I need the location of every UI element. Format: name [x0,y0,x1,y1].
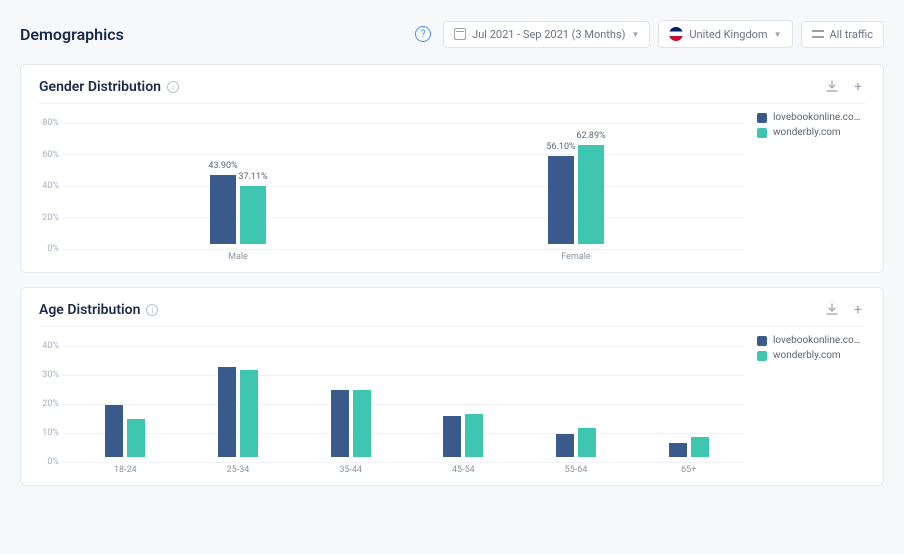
y-tick-label: 60% [39,150,63,160]
bar-value-label: 37.11% [238,172,267,182]
y-tick-label: 20% [39,213,63,223]
card-header: Gender Distribution i + [39,79,865,104]
x-tick-label: 55-64 [520,465,633,475]
y-tick-label: 40% [39,181,63,191]
x-axis: MaleFemale [69,252,745,262]
bar [218,367,236,457]
y-tick-label: 80% [39,118,63,128]
traffic-filter[interactable]: All traffic [801,21,885,48]
y-tick-label: 30% [39,370,63,380]
x-tick-label: Male [69,252,407,262]
x-tick-label: 45-54 [407,465,520,475]
legend-label-b: wonderbly.com [773,350,841,361]
bar [353,390,371,457]
country-picker[interactable]: United Kingdom ▼ [658,20,792,48]
x-tick-label: Female [407,252,745,262]
card-title: Age Distribution [39,302,140,318]
bars-area: 43.90%37.11%56.10%62.89% [69,118,745,244]
age-legend: lovebookonline.co… wonderbly.com [745,335,865,475]
bar-group [294,341,407,457]
bar: 43.90% [210,175,236,244]
legend-swatch-a [757,336,767,346]
legend-item-a: lovebookonline.co… [757,112,865,123]
bar [240,370,258,457]
bar [331,390,349,457]
x-axis: 18-2425-3435-4445-5455-6465+ [69,465,745,475]
x-tick-label: 25-34 [182,465,295,475]
gender-card: Gender Distribution i + 0% 20% 40% 60% 80% 43… [20,64,884,273]
y-tick-label: 40% [39,341,63,351]
x-tick-label: 18-24 [69,465,182,475]
bar [465,414,483,458]
page-header: Demographics ? Jul 2021 - Sep 2021 (3 Mo… [20,20,884,48]
bar-group [520,341,633,457]
age-card: Age Distribution i + 0% 10% 20% 30% 40% 18-24… [20,287,884,486]
help-icon[interactable]: ? [415,26,431,42]
legend-swatch-b [757,351,767,361]
plus-icon[interactable]: + [851,80,865,94]
legend-label-a: lovebookonline.co… [773,112,860,123]
bar [443,416,461,457]
bar [669,443,687,458]
bar [105,405,123,457]
card-title: Gender Distribution [39,79,161,95]
uk-flag-icon [669,27,683,41]
date-range-picker[interactable]: Jul 2021 - Sep 2021 (3 Months) ▼ [443,21,650,48]
bar-group [632,341,745,457]
legend-label-b: wonderbly.com [773,127,841,138]
legend-item-b: wonderbly.com [757,350,865,361]
bar-value-label: 56.10% [546,142,575,152]
y-tick-label: 0% [39,244,63,254]
plus-icon[interactable]: + [851,303,865,317]
download-icon[interactable] [825,303,839,317]
legend-swatch-a [757,113,767,123]
bar-group: 56.10%62.89% [407,118,745,244]
gender-legend: lovebookonline.co… wonderbly.com [745,112,865,262]
legend-swatch-b [757,128,767,138]
gender-plot: 0%20%40%60%80%43.90%37.11%56.10%62.89%Ma… [39,112,745,262]
traffic-label: All traffic [830,28,874,41]
bar [578,428,596,457]
legend-item-a: lovebookonline.co… [757,335,865,346]
legend-item-b: wonderbly.com [757,127,865,138]
y-tick-label: 10% [39,428,63,438]
legend-label-a: lovebookonline.co… [773,335,860,346]
country-label: United Kingdom [689,28,767,41]
y-tick-label: 0% [39,457,63,467]
bar: 62.89% [578,145,604,244]
bar-group [182,341,295,457]
chevron-down-icon: ▼ [631,30,639,39]
gridline [63,249,745,250]
bar-group [407,341,520,457]
chevron-down-icon: ▼ [774,30,782,39]
age-plot: 0% 10% 20% 30% 40% 18-2425-3435-4445-5455-646… [39,335,745,475]
info-icon[interactable]: i [146,304,158,316]
bar-group [69,341,182,457]
x-tick-label: 65+ [632,465,745,475]
traffic-icon [812,28,824,40]
bar-value-label: 62.89% [576,131,605,141]
page-root: Demographics ? Jul 2021 - Sep 2021 (3 Mo… [0,0,904,520]
date-range-label: Jul 2021 - Sep 2021 (3 Months) [472,28,625,41]
bar [556,434,574,457]
x-tick-label: 35-44 [294,465,407,475]
bar-group: 43.90%37.11% [69,118,407,244]
bar: 37.11% [240,186,266,244]
info-icon[interactable]: i [167,81,179,93]
download-icon[interactable] [825,80,839,94]
bar [691,437,709,457]
age-chart-body: 0% 10% 20% 30% 40% 18-2425-3435-4445-5455-646… [39,327,865,475]
header-left: Demographics [20,25,124,44]
card-header: Age Distribution i + [39,302,865,327]
gridline [63,462,745,463]
gender-chart-body: 0%20%40%60%80%43.90%37.11%56.10%62.89%Ma… [39,104,865,262]
bar [127,419,145,457]
y-tick-label: 20% [39,399,63,409]
bar-value-label: 43.90% [208,161,237,171]
calendar-icon [454,28,466,40]
header-controls: Jul 2021 - Sep 2021 (3 Months) ▼ United … [443,20,884,48]
page-title: Demographics [20,25,124,44]
bar: 56.10% [548,156,574,244]
bars-area [69,341,745,457]
